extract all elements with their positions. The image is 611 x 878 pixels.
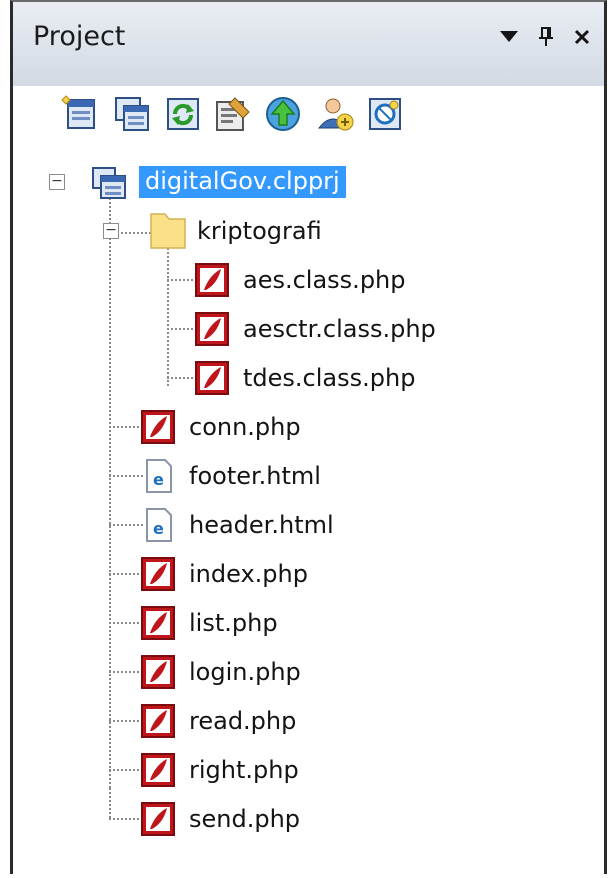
new-project-icon[interactable] — [112, 94, 152, 134]
tree-line — [109, 769, 143, 771]
tree-line — [109, 671, 143, 673]
browse-icon[interactable] — [365, 94, 405, 134]
tree-item-file[interactable]: tdes.class.php — [243, 354, 415, 402]
add-user-icon[interactable] — [315, 94, 355, 134]
collapse-toggle-folder[interactable]: − — [103, 223, 119, 239]
folder-icon — [149, 210, 187, 254]
php-file-icon — [141, 753, 175, 791]
html-file-icon: e — [145, 458, 173, 498]
php-file-icon — [141, 410, 175, 448]
tree-line — [167, 328, 197, 330]
project-toolbar — [13, 86, 604, 148]
tree-item-file[interactable]: list.php — [189, 599, 278, 647]
php-file-icon — [141, 802, 175, 840]
tree-line — [109, 818, 143, 820]
php-file-icon — [141, 655, 175, 693]
tree-item-file[interactable]: header.html — [189, 501, 334, 549]
close-icon[interactable] — [565, 20, 599, 54]
tree-item-label: footer.html — [189, 462, 321, 490]
tree-line — [109, 426, 143, 428]
tree-item-label: kriptografi — [197, 217, 322, 245]
tree-item-label: read.php — [189, 707, 297, 735]
tree-item-file[interactable]: right.php — [189, 746, 299, 794]
tree-line — [121, 232, 151, 234]
tree-line — [109, 788, 111, 818]
tree-line — [109, 622, 143, 624]
pin-icon[interactable] — [529, 20, 563, 54]
tree-item-label: tdes.class.php — [243, 364, 416, 392]
tree-item-label: digitalGov.clpprj — [139, 166, 346, 198]
tree-item-label: send.php — [189, 805, 301, 833]
tree-line — [109, 720, 143, 722]
php-file-icon — [195, 263, 229, 301]
tree-item-label: conn.php — [189, 413, 301, 441]
svg-text:e: e — [153, 470, 164, 489]
tree-item-file[interactable]: index.php — [189, 550, 308, 598]
tree-item-file[interactable]: aesctr.class.php — [243, 305, 436, 353]
tree-item-file[interactable]: read.php — [189, 697, 296, 745]
tree-item-label: list.php — [189, 609, 278, 637]
triangle-down-icon[interactable] — [492, 20, 526, 54]
tree-item-label: login.php — [189, 658, 301, 686]
tree-item-label: aes.class.php — [243, 266, 406, 294]
upload-icon[interactable] — [263, 94, 303, 134]
svg-text:e: e — [153, 519, 164, 538]
tree-item-file[interactable]: footer.html — [189, 452, 321, 500]
tree-line — [109, 524, 143, 526]
html-file-icon: e — [145, 507, 173, 547]
tree-line — [109, 475, 143, 477]
project-tree: − digitalGov.clpprj − kriptografi aes.cl… — [13, 148, 604, 874]
collapse-toggle-root[interactable]: − — [49, 174, 65, 190]
tree-item-label: aesctr.class.php — [243, 315, 436, 343]
tree-item-file[interactable]: send.php — [189, 795, 300, 843]
project-panel: Project − digitalGov.clpprj − kriptograf… — [10, 0, 607, 874]
php-file-icon — [141, 606, 175, 644]
tree-item-project-root[interactable]: digitalGov.clpprj — [139, 158, 346, 206]
properties-icon[interactable] — [213, 94, 253, 134]
tree-line-root — [109, 194, 111, 788]
tree-line — [109, 573, 143, 575]
tree-item-label: right.php — [189, 756, 299, 784]
tree-item-label: index.php — [189, 560, 308, 588]
tree-line — [167, 279, 197, 281]
new-file-icon[interactable] — [60, 94, 100, 134]
php-file-icon — [195, 361, 229, 399]
refresh-icon[interactable] — [163, 94, 203, 134]
php-file-icon — [195, 312, 229, 350]
tree-line — [167, 377, 197, 379]
panel-title: Project — [33, 21, 126, 52]
tree-item-file[interactable]: conn.php — [189, 403, 301, 451]
tree-line-folder — [167, 243, 169, 386]
tree-item-label: header.html — [189, 511, 334, 539]
php-file-icon — [141, 557, 175, 595]
tree-item-file[interactable]: login.php — [189, 648, 301, 696]
php-file-icon — [141, 704, 175, 742]
panel-titlebar: Project — [13, 2, 604, 86]
project-icon — [91, 166, 127, 204]
tree-item-file[interactable]: aes.class.php — [243, 256, 406, 304]
tree-item-folder[interactable]: kriptografi — [197, 207, 322, 255]
